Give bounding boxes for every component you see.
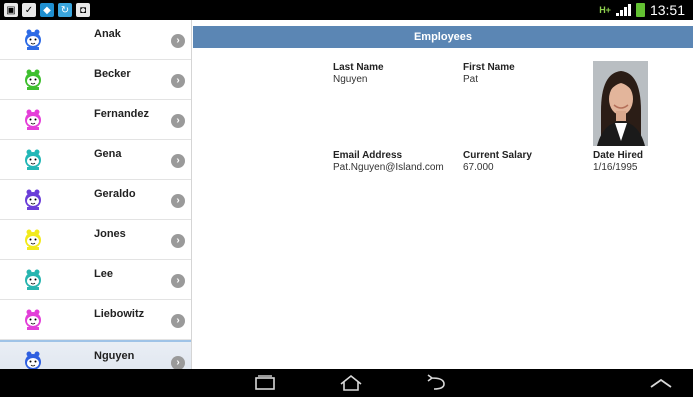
chevron-right-icon[interactable]: › — [171, 194, 185, 208]
date-hired-label: Date Hired — [593, 150, 644, 161]
list-item[interactable]: Anak › — [0, 20, 191, 60]
avatar-icon — [25, 109, 41, 130]
home-icon — [340, 374, 362, 391]
chevron-right-icon[interactable]: › — [171, 34, 185, 48]
chevron-right-icon[interactable]: › — [171, 74, 185, 88]
avatar-icon — [25, 229, 41, 250]
list-item-name: Gena — [94, 148, 122, 160]
recent-apps-button[interactable] — [250, 374, 280, 392]
home-button[interactable] — [336, 374, 366, 392]
list-item-name: Anak — [94, 28, 121, 40]
salary-label: Current Salary — [463, 150, 532, 161]
list-item-name: Becker — [94, 68, 131, 80]
list-item[interactable]: Lee › — [0, 260, 191, 300]
recent-apps-icon — [255, 375, 275, 390]
employee-photo-image — [593, 61, 648, 146]
shield-icon: ◆ — [40, 3, 54, 17]
sync-icon: ↻ — [58, 3, 72, 17]
notification-icons: ▣ ✓ ◆ ↻ ◘ — [4, 3, 90, 17]
first-name-label: First Name — [463, 62, 515, 73]
avatar-icon — [25, 29, 41, 50]
last-name-label: Last Name — [333, 62, 384, 73]
back-icon — [427, 374, 445, 390]
network-type: H+ — [599, 4, 611, 15]
first-name-field: First Name Pat — [463, 62, 515, 86]
list-item-name: Fernandez — [94, 108, 150, 120]
last-name-field: Last Name Nguyen — [333, 62, 384, 86]
back-button[interactable] — [422, 374, 452, 392]
employee-photo — [593, 61, 648, 146]
list-item[interactable]: Becker › — [0, 60, 191, 100]
avatar-icon — [25, 309, 41, 330]
status-bar: ▣ ✓ ◆ ↻ ◘ H+ 13:51 — [0, 0, 693, 20]
gallery-icon: ▣ — [4, 3, 18, 17]
chevron-right-icon[interactable]: › — [171, 314, 185, 328]
date-hired-field: Date Hired 1/16/1995 — [593, 150, 643, 174]
bag-icon: ◘ — [76, 3, 90, 17]
chevron-right-icon[interactable]: › — [171, 274, 185, 288]
avatar-icon — [25, 69, 41, 90]
signal-icon — [615, 4, 631, 16]
list-item[interactable]: Fernandez › — [0, 100, 191, 140]
list-item[interactable]: Nguyen › — [0, 340, 191, 369]
list-item-name: Geraldo — [94, 188, 136, 200]
email-field: Email Address Pat.Nguyen@Island.com — [333, 150, 444, 174]
chevron-right-icon[interactable]: › — [171, 356, 185, 369]
status-time: 13:51 — [649, 2, 685, 18]
list-item-name: Jones — [94, 228, 126, 240]
avatar-icon — [25, 149, 41, 170]
email-value: Pat.Nguyen@Island.com — [333, 162, 444, 173]
avatar-icon — [25, 189, 41, 210]
list-item-name: Lee — [94, 268, 113, 280]
email-label: Email Address — [333, 150, 403, 161]
list-item-name: Liebowitz — [94, 308, 145, 320]
employee-list[interactable]: Anak › Becker › Fernandez › Gena › Geraldo › Jones… — [0, 20, 192, 369]
chevron-right-icon[interactable]: › — [171, 234, 185, 248]
salary-field: Current Salary 67.000 — [463, 150, 532, 174]
chevron-right-icon[interactable]: › — [171, 114, 185, 128]
first-name-value: Pat — [463, 74, 479, 85]
page-title-bar: Employees — [193, 26, 693, 48]
avatar-icon — [25, 269, 41, 290]
date-hired-value: 1/16/1995 — [593, 162, 638, 173]
chevron-up-icon — [650, 378, 672, 388]
battery-icon — [635, 3, 645, 17]
salary-value: 67.000 — [463, 162, 494, 173]
menu-up-button[interactable] — [646, 374, 676, 392]
navigation-bar — [0, 369, 693, 397]
page-title: Employees — [413, 31, 473, 43]
list-item[interactable]: Gena › — [0, 140, 191, 180]
list-item[interactable]: Jones › — [0, 220, 191, 260]
list-item[interactable]: Geraldo › — [0, 180, 191, 220]
avatar-icon — [25, 351, 41, 369]
list-item-name: Nguyen — [94, 350, 135, 362]
check-icon: ✓ — [22, 3, 36, 17]
list-item[interactable]: Liebowitz › — [0, 300, 191, 340]
last-name-value: Nguyen — [333, 74, 368, 85]
chevron-right-icon[interactable]: › — [171, 154, 185, 168]
